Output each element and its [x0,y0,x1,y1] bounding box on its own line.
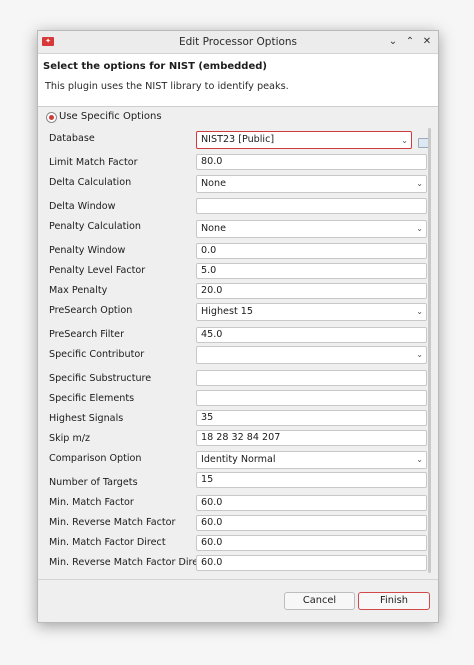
comparison-option-value: Identity Normal [201,454,276,465]
min-reverse-match-factor-value: 60.0 [201,517,223,528]
number-of-targets-label: Number of Targets [49,477,138,488]
chevron-up-icon[interactable]: ⌃ [402,34,418,50]
penalty-level-factor-value: 5.0 [201,265,217,276]
header-title: Select the options for NIST (embedded) [43,61,267,72]
min-match-factor-direct-label: Min. Match Factor Direct [49,537,166,548]
max-penalty-value: 20.0 [201,285,223,296]
limit-match-factor-input[interactable]: 80.0 [196,154,427,170]
window-title: Edit Processor Options [178,36,298,48]
min-reverse-match-factor-direct-input[interactable]: 60.0 [196,555,427,571]
presearch-option-value: Highest 15 [201,306,253,317]
max-penalty-label: Max Penalty [49,285,108,296]
penalty-level-factor-input[interactable]: 5.0 [196,263,427,279]
chevron-down-icon[interactable]: ⌄ [416,176,423,192]
dialog-window: ✦ Edit Processor Options ⌄ ⌃ ✕ Select th… [37,30,439,623]
radio-icon[interactable] [46,112,57,123]
max-penalty-input[interactable]: 20.0 [196,283,427,299]
chevron-down-icon[interactable]: ⌄ [416,347,423,363]
penalty-calculation-value: None [201,223,227,234]
number-of-targets-value: 15 [201,474,214,485]
chevron-down-icon[interactable]: ⌄ [416,452,423,468]
penalty-calculation-label: Penalty Calculation [49,221,141,232]
chevron-down-icon[interactable]: ⌄ [416,304,423,320]
min-reverse-match-factor-direct-value: 60.0 [201,557,223,568]
number-of-targets-input[interactable]: 15 [196,472,427,488]
min-match-factor-direct-input[interactable]: 60.0 [196,535,427,551]
penalty-window-value: 0.0 [201,245,217,256]
skip-m-z-label: Skip m/z [49,433,91,444]
footer-divider [38,579,438,580]
presearch-option-select[interactable]: Highest 15 ⌄ [196,303,427,321]
min-match-factor-value: 60.0 [201,497,223,508]
database-label: Database [49,133,95,144]
cancel-button[interactable]: Cancel [284,592,355,610]
specific-contributor-select[interactable]: ⌄ [196,346,427,364]
penalty-calculation-select[interactable]: None ⌄ [196,220,427,238]
min-reverse-match-factor-input[interactable]: 60.0 [196,515,427,531]
close-icon[interactable]: ✕ [419,34,435,50]
chevron-down-icon[interactable]: ⌄ [416,221,423,237]
dialog-header: Select the options for NIST (embedded) T… [38,54,438,107]
presearch-filter-value: 45.0 [201,329,223,340]
comparison-option-select[interactable]: Identity Normal ⌄ [196,451,427,469]
skip-m-z-value: 18 28 32 84 207 [201,432,281,443]
database-select[interactable]: NIST23 [Public] ⌄ [196,131,412,149]
min-match-factor-direct-value: 60.0 [201,537,223,548]
scrollbar[interactable] [428,128,431,573]
presearch-option-label: PreSearch Option [49,305,133,316]
highest-signals-input[interactable]: 35 [196,410,427,426]
min-match-factor-label: Min. Match Factor [49,497,134,508]
specific-contributor-label: Specific Contributor [49,349,145,360]
min-reverse-match-factor-direct-label: Min. Reverse Match Factor Direct [49,557,208,568]
presearch-filter-input[interactable]: 45.0 [196,327,427,343]
highest-signals-label: Highest Signals [49,413,124,424]
specific-elements-label: Specific Elements [49,393,135,404]
presearch-filter-label: PreSearch Filter [49,329,125,340]
min-reverse-match-factor-label: Min. Reverse Match Factor [49,517,176,528]
radio-label: Use Specific Options [59,111,162,122]
delta-calculation-select[interactable]: None ⌄ [196,175,427,193]
delta-window-input[interactable] [196,198,427,214]
penalty-window-label: Penalty Window [49,245,126,256]
penalty-level-factor-label: Penalty Level Factor [49,265,146,276]
specific-substructure-label: Specific Substructure [49,373,152,384]
title-bar[interactable]: ✦ Edit Processor Options ⌄ ⌃ ✕ [38,31,438,54]
finish-button[interactable]: Finish [358,592,430,610]
limit-match-factor-value: 80.0 [201,156,223,167]
specific-substructure-input[interactable] [196,370,427,386]
delta-calculation-value: None [201,178,227,189]
penalty-window-input[interactable]: 0.0 [196,243,427,259]
comparison-option-label: Comparison Option [49,453,142,464]
chevron-down-icon[interactable]: ⌄ [401,133,408,149]
delta-calculation-label: Delta Calculation [49,177,132,188]
highest-signals-value: 35 [201,412,214,423]
skip-m-z-input[interactable]: 18 28 32 84 207 [196,430,427,446]
specific-elements-input[interactable] [196,390,427,406]
limit-match-factor-label: Limit Match Factor [49,157,138,168]
header-description: This plugin uses the NIST library to ide… [45,81,289,92]
delta-window-label: Delta Window [49,201,116,212]
database-value: NIST23 [Public] [201,134,275,145]
chevron-down-icon[interactable]: ⌄ [385,34,401,50]
min-match-factor-input[interactable]: 60.0 [196,495,427,511]
